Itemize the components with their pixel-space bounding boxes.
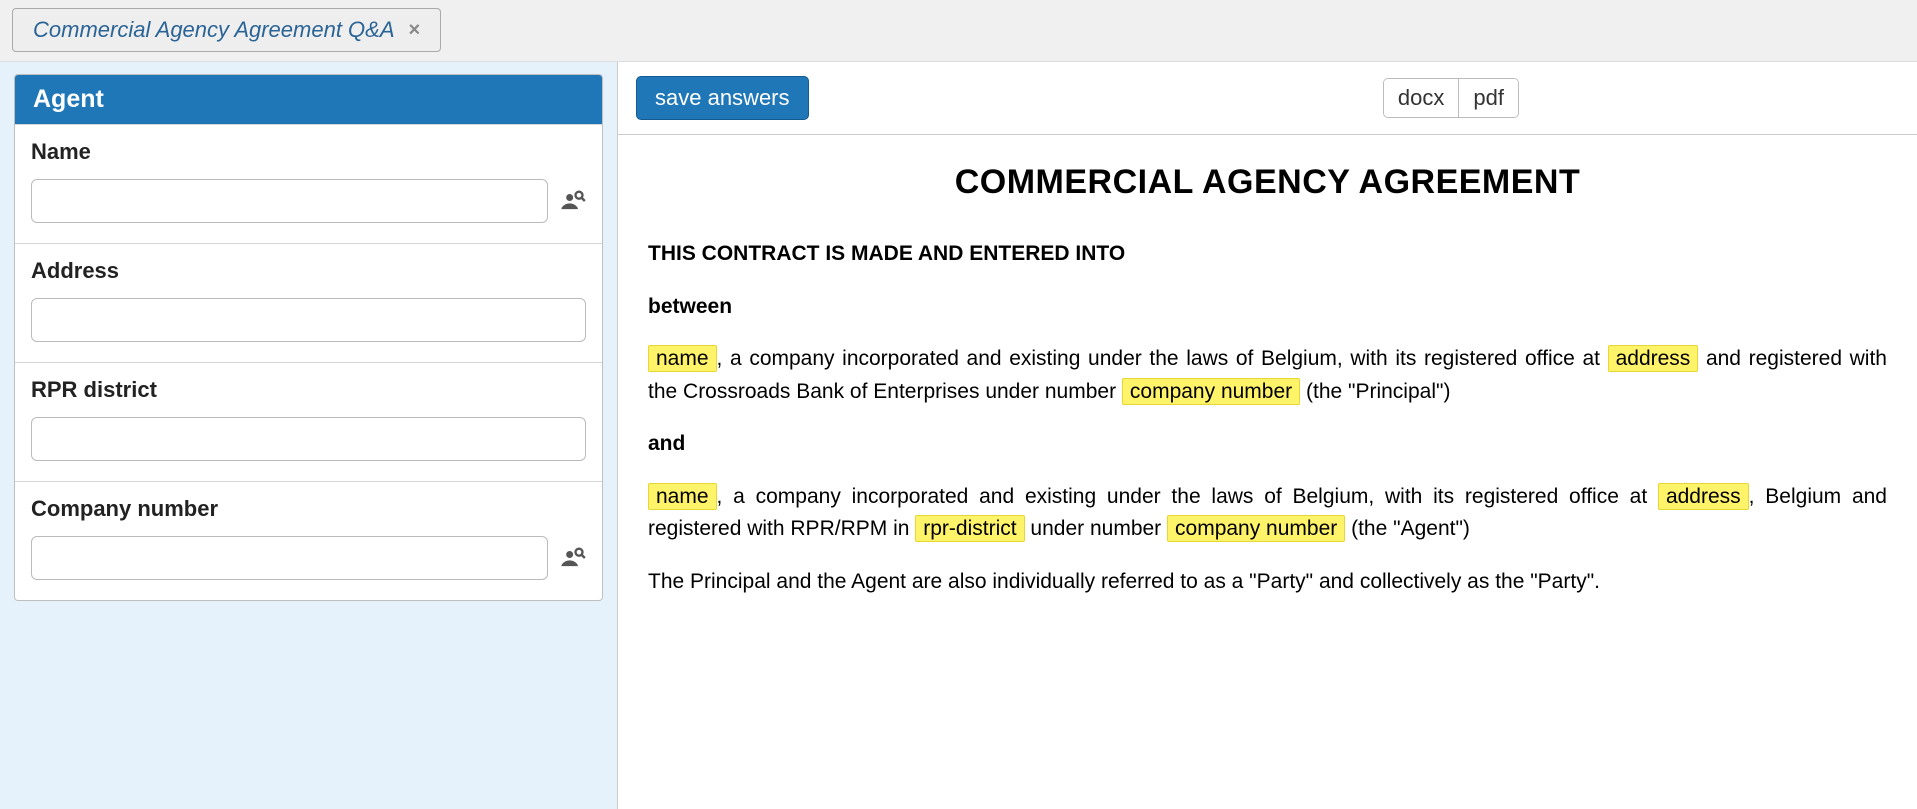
label-company-number: Company number [31, 496, 586, 522]
field-rpr-district: RPR district [15, 362, 602, 481]
doc-between: between [648, 295, 732, 318]
export-pdf-button[interactable]: pdf [1458, 79, 1518, 117]
doc-agent-paragraph: name, a company incorporated and existin… [648, 481, 1887, 546]
field-company-number: Company number [15, 481, 602, 600]
label-rpr-district: RPR district [31, 377, 586, 403]
label-name: Name [31, 139, 586, 165]
input-rpr-district[interactable] [31, 417, 586, 461]
input-name[interactable] [31, 179, 548, 223]
label-address: Address [31, 258, 586, 284]
save-answers-button[interactable]: save answers [636, 76, 809, 120]
doc-principal-paragraph: name, a company incorporated and existin… [648, 343, 1887, 408]
tab-bar: Commercial Agency Agreement Q&A × [0, 0, 1917, 62]
field-name: Name [15, 124, 602, 243]
input-company-number[interactable] [31, 536, 548, 580]
placeholder-name[interactable]: name [648, 483, 717, 510]
lookup-icon[interactable] [558, 544, 586, 572]
tab-title: Commercial Agency Agreement Q&A [33, 17, 395, 43]
tab-agreement-qa[interactable]: Commercial Agency Agreement Q&A × [12, 8, 441, 52]
placeholder-company-number[interactable]: company number [1167, 515, 1345, 542]
doc-and: and [648, 432, 685, 455]
toolbar: save answers docx pdf [618, 62, 1917, 135]
export-group: docx pdf [1383, 78, 1519, 118]
doc-closing-paragraph: The Principal and the Agent are also ind… [648, 566, 1887, 599]
placeholder-address[interactable]: address [1658, 483, 1749, 510]
main-split: Agent Name Address RPR district [0, 62, 1917, 809]
export-docx-button[interactable]: docx [1384, 79, 1458, 117]
placeholder-rpr-district[interactable]: rpr-district [915, 515, 1024, 542]
document-preview: COMMERCIAL AGENCY AGREEMENT THIS CONTRAC… [618, 135, 1917, 646]
doc-intro: THIS CONTRACT IS MADE AND ENTERED INTO [648, 242, 1125, 265]
agent-panel: Agent Name Address RPR district [14, 74, 603, 601]
placeholder-name[interactable]: name [648, 345, 717, 372]
input-address[interactable] [31, 298, 586, 342]
doc-title: COMMERCIAL AGENCY AGREEMENT [648, 163, 1887, 202]
lookup-icon[interactable] [558, 187, 586, 215]
panel-header: Agent [15, 75, 602, 124]
placeholder-address[interactable]: address [1608, 345, 1699, 372]
field-address: Address [15, 243, 602, 362]
placeholder-company-number[interactable]: company number [1122, 378, 1300, 405]
close-icon[interactable]: × [405, 19, 425, 42]
right-pane: save answers docx pdf COMMERCIAL AGENCY … [618, 62, 1917, 809]
left-pane: Agent Name Address RPR district [0, 62, 618, 809]
